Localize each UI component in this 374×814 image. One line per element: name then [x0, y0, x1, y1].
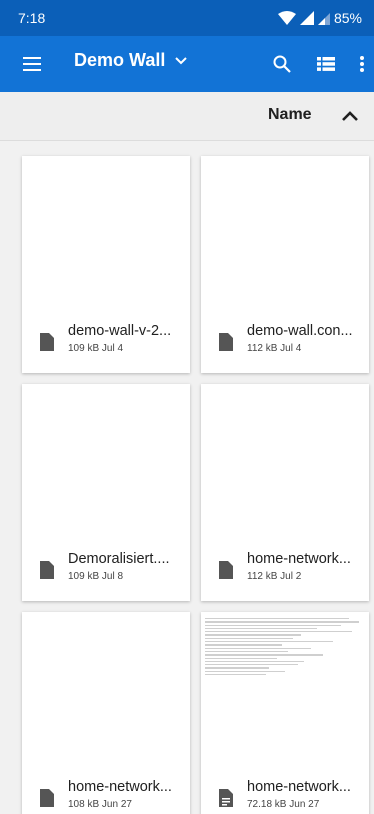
folder-selector[interactable]: Demo Wall: [74, 50, 188, 71]
document-thumbnail: [201, 612, 369, 722]
file-icon: [219, 561, 233, 579]
file-icon: [40, 561, 54, 579]
file-grid: demo-wall-v-2... 109 kB Jul 4 demo-wall.…: [0, 140, 374, 814]
file-name: Demoralisiert....: [68, 551, 170, 567]
file-meta: 108 kB Jun 27: [68, 799, 132, 810]
file-meta: 112 kB Jul 2: [247, 571, 302, 582]
search-icon: [273, 55, 291, 73]
signal-icon: [299, 11, 314, 25]
file-info: home-network... 108 kB Jun 27: [22, 771, 190, 814]
menu-button[interactable]: [20, 52, 44, 76]
chevron-up-icon[interactable]: [340, 106, 360, 126]
file-name: home-network...: [247, 551, 351, 567]
file-card[interactable]: Demoralisiert.... 109 kB Jul 8: [22, 384, 190, 601]
file-info: Demoralisiert.... 109 kB Jul 8: [22, 543, 190, 601]
file-meta: 112 kB Jul 4: [247, 343, 302, 354]
file-card[interactable]: home-network... 108 kB Jun 27: [22, 612, 190, 814]
file-info: home-network... 112 kB Jul 2: [201, 543, 369, 601]
more-vert-icon: [360, 56, 364, 72]
file-name: home-network...: [68, 779, 172, 795]
list-view-button[interactable]: [314, 52, 338, 76]
file-name: home-network...: [247, 779, 351, 795]
file-info: home-network... 72.18 kB Jun 27: [201, 771, 369, 814]
battery-level: 85%: [333, 10, 362, 26]
file-card[interactable]: home-network... 72.18 kB Jun 27: [201, 612, 369, 814]
file-meta: 109 kB Jul 4: [68, 343, 124, 354]
file-name: demo-wall-v-2...: [68, 323, 172, 339]
page-title: Demo Wall: [74, 50, 166, 70]
status-bar: 7:18 85%: [0, 0, 374, 36]
more-options-button[interactable]: [354, 52, 370, 76]
file-meta: 72.18 kB Jun 27: [247, 799, 320, 810]
file-icon: [40, 789, 54, 807]
status-time: 7:18: [18, 10, 46, 26]
wifi-icon: [277, 11, 296, 25]
sort-by-name[interactable]: Name: [268, 106, 312, 124]
signal-weak-icon: [317, 13, 330, 25]
document-icon: [219, 789, 233, 807]
file-name: demo-wall.con...: [247, 323, 353, 339]
status-icons: 85%: [277, 10, 362, 26]
file-info: demo-wall.con... 112 kB Jul 4: [201, 315, 369, 373]
file-icon: [219, 333, 233, 351]
file-card[interactable]: home-network... 112 kB Jul 2: [201, 384, 369, 601]
file-card[interactable]: demo-wall.con... 112 kB Jul 4: [201, 156, 369, 373]
search-button[interactable]: [270, 52, 294, 76]
chevron-down-icon: [175, 56, 188, 64]
app-bar: Demo Wall: [0, 36, 374, 92]
file-card[interactable]: demo-wall-v-2... 109 kB Jul 4: [22, 156, 190, 373]
file-info: demo-wall-v-2... 109 kB Jul 4: [22, 315, 190, 373]
list-view-icon: [317, 57, 335, 71]
file-icon: [40, 333, 54, 351]
file-meta: 109 kB Jul 8: [68, 571, 124, 582]
sort-bar: Name: [0, 92, 374, 141]
menu-icon: [23, 57, 41, 71]
